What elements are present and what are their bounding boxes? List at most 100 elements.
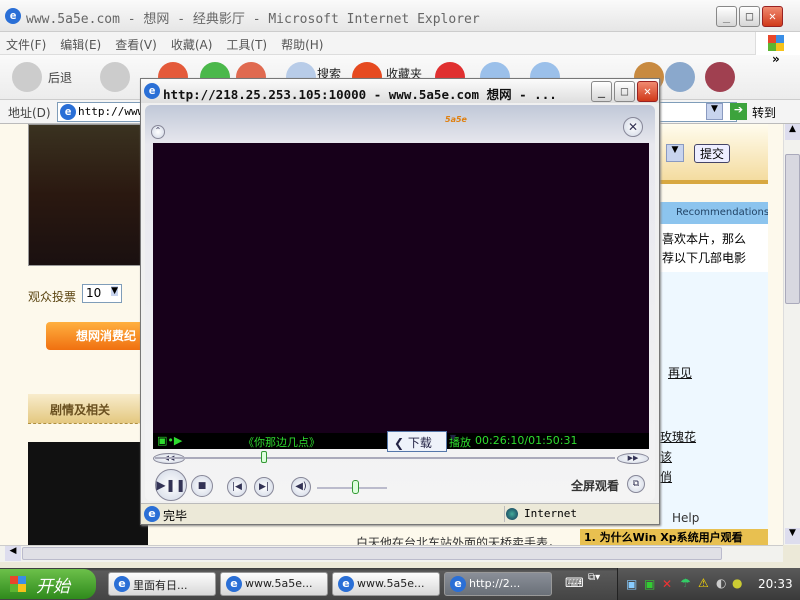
main-window-title: www.5a5e.com - 想网 - 经典影厅 - Microsoft Int… [26, 12, 480, 27]
collapse-icon[interactable]: ⌃ [151, 125, 165, 139]
back-button[interactable]: 后退 [48, 69, 72, 86]
ie-icon: e [5, 8, 21, 24]
story-text: 白天他在台北车站外面的天桥卖手表， [356, 536, 561, 545]
address-value: http://www [78, 105, 145, 118]
maximize-button[interactable]: □ [739, 6, 760, 27]
scroll-up-button[interactable]: ▲ [785, 124, 800, 140]
play-pause-button[interactable]: ▶❚❚ [155, 469, 187, 501]
menu-edit[interactable]: 编辑(E) [54, 32, 109, 53]
page-icon: e [144, 506, 160, 522]
fullscreen-icon[interactable]: ⧉ [627, 475, 645, 493]
system-tray: ▣ ▣ ✕ ☂ ⚠ ◐ ● 20:33 [617, 568, 800, 600]
dropdown-arrow[interactable]: ▼ [666, 144, 684, 162]
previous-button[interactable]: |◀ [227, 477, 247, 497]
download-button[interactable]: ❮ 下载 ▼ [387, 431, 456, 452]
recommend-line: 喜欢本片，那么 [662, 232, 747, 246]
help-link[interactable]: Help [672, 511, 699, 525]
umbrella-icon[interactable]: ☂ [680, 576, 691, 590]
popup-minimize-button[interactable]: _ [591, 81, 612, 102]
recommend-header: Recommendations [660, 202, 768, 224]
media-player: ⌃ 5a5e ✕ ▣•▶ 《你那边几点》 播放 00:26:10/01:50:3… [145, 105, 655, 501]
vote-select[interactable]: 10 ▼ [82, 284, 122, 303]
recommend-line: 荐以下几部电影 [662, 251, 747, 265]
popup-title-bar: e http://218.25.253.105:10000 - www.5a5e… [141, 79, 659, 103]
hscroll-thumb[interactable] [22, 547, 722, 560]
vote-area: ▼ 提交 [660, 124, 768, 184]
back-arrow-icon[interactable] [12, 62, 42, 92]
movie-link[interactable]: 再见 [668, 364, 692, 381]
go-button[interactable]: 转到 [752, 104, 776, 121]
volume-thumb[interactable] [352, 480, 359, 494]
app-icon[interactable]: ● [732, 576, 742, 590]
seek-bar[interactable] [155, 457, 615, 459]
keyboard-icon[interactable]: ⌨ [565, 576, 584, 591]
player-close-icon[interactable]: ✕ [623, 117, 643, 137]
taskbar-task-active[interactable]: e http://2... [444, 572, 552, 596]
scroll-down-button[interactable]: ▼ [785, 528, 800, 544]
main-title-bar: e www.5a5e.com - 想网 - 经典影厅 - Microsoft I… [0, 0, 800, 32]
scroll-left-button[interactable]: ◀ [5, 546, 21, 561]
network-icon[interactable]: ▣ [626, 577, 637, 591]
volume-icon[interactable]: ◐ [716, 576, 726, 590]
movie-poster [28, 124, 148, 266]
faq-item[interactable]: 1. 为什么Win Xp系统用户观看 [580, 529, 768, 545]
close-button[interactable]: ✕ [762, 6, 783, 27]
section-title: 剧情及相关 [28, 394, 148, 424]
player-popup-window: e http://218.25.253.105:10000 - www.5a5e… [140, 78, 660, 525]
menu-help[interactable]: 帮助(H) [275, 32, 331, 53]
clock: 20:33 [758, 577, 793, 591]
fullscreen-button[interactable]: 全屏观看 [571, 477, 619, 494]
taskbar-task[interactable]: e www.5a5e... [220, 572, 328, 596]
menu-favorites[interactable]: 收藏(A) [165, 32, 221, 53]
submit-button[interactable]: 提交 [694, 144, 730, 163]
seek-thumb[interactable] [260, 451, 267, 463]
vertical-scrollbar[interactable]: ▲ ▼ [783, 124, 800, 545]
vote-label: 观众投票 [28, 290, 77, 304]
next-button[interactable]: ▶| [254, 477, 274, 497]
video-area[interactable] [153, 143, 649, 433]
mute-speaker-icon[interactable]: ◀) [291, 477, 311, 497]
menu-file[interactable]: 文件(F) [0, 32, 54, 53]
forward-arrow-icon[interactable] [100, 62, 130, 92]
toolbar-overflow[interactable]: » [772, 52, 780, 66]
popup-close-button[interactable]: ✕ [637, 81, 658, 102]
popup-status-bar: e 完毕 Internet [141, 503, 659, 524]
globe-icon [506, 508, 518, 520]
menu-view[interactable]: 查看(V) [109, 32, 165, 53]
taskbar: 开始 e 里面有日... e www.5a5e... e www.5a5e... eh… [0, 568, 800, 600]
warning-icon[interactable]: ⚠ [698, 576, 709, 590]
movie-link[interactable]: 该 [660, 448, 672, 465]
movie-title: 《你那边几点》 [243, 436, 320, 449]
story-image [28, 442, 148, 545]
taskbar-task[interactable]: e www.5a5e... [332, 572, 440, 596]
visualization-icon[interactable]: ▣•▶ [157, 434, 182, 447]
movie-link[interactable]: 俏 [660, 468, 672, 485]
site-logo: 5a5e [445, 115, 467, 124]
page-icon: e [60, 104, 76, 120]
minimize-button[interactable]: _ [716, 6, 737, 27]
popup-maximize-button[interactable]: □ [614, 81, 635, 102]
time-display: 00:26:10/01:50:31 [475, 434, 578, 447]
popup-title: http://218.25.253.105:10000 - www.5a5e.c… [163, 87, 557, 102]
windows-logo-icon [10, 576, 26, 592]
taskbar-task[interactable]: e 里面有日... [108, 572, 216, 596]
download-arrow-icon: ❮ [394, 436, 408, 450]
network-2-icon[interactable]: ▣ [644, 577, 655, 591]
movie-link[interactable]: 玫瑰花 [660, 428, 696, 445]
address-dropdown[interactable]: ▼ [706, 103, 723, 120]
stop-button[interactable]: ■ [191, 475, 213, 497]
scroll-thumb[interactable] [785, 154, 800, 304]
menu-tools[interactable]: 工具(T) [220, 32, 275, 53]
recommend-panel: 喜欢本片，那么 荐以下几部电影 再见 玫瑰花 该 俏 [660, 224, 768, 530]
horizontal-scrollbar[interactable]: ◀ [0, 545, 783, 562]
network-disconnected-icon[interactable]: ✕ [662, 577, 672, 591]
fast-forward-button[interactable]: ▶▶ [617, 453, 649, 464]
start-button[interactable]: 开始 [0, 569, 96, 599]
menu-bar: 文件(F) 编辑(E) 查看(V) 收藏(A) 工具(T) 帮助(H) [0, 32, 755, 55]
go-arrow-icon[interactable]: ➔ [730, 103, 747, 120]
tool-icon[interactable] [665, 62, 695, 92]
game-icon[interactable] [705, 62, 735, 92]
zone-label: Internet [524, 507, 577, 520]
language-bar-icon[interactable]: ⧉▾ [588, 572, 600, 583]
ie-icon: e [144, 83, 160, 99]
